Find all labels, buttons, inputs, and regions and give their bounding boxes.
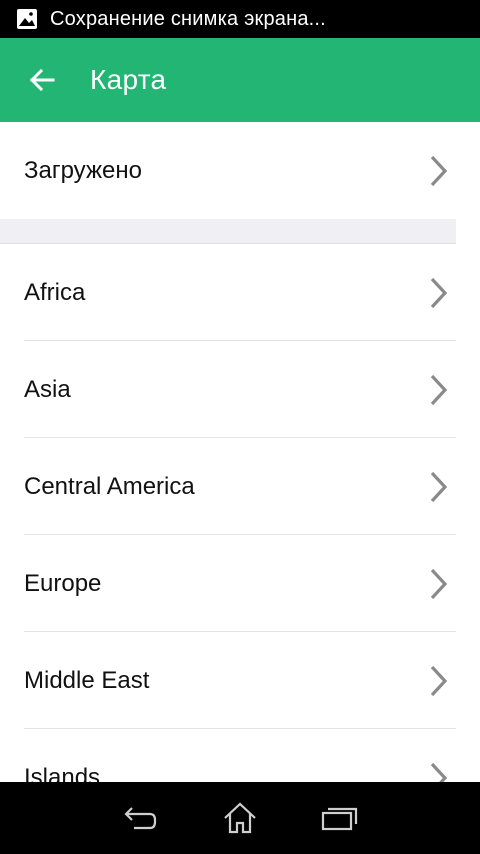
- list-item-label: Islands: [24, 763, 101, 783]
- nav-home-button[interactable]: [218, 798, 262, 838]
- chevron-right-icon: [430, 374, 448, 405]
- list-item-label: Europe: [24, 569, 102, 597]
- chevron-right-icon: [430, 471, 448, 502]
- list-item-region[interactable]: Islands: [0, 729, 480, 782]
- list-item-label: Middle East: [24, 666, 150, 694]
- chevron-right-icon: [430, 155, 448, 186]
- image-icon: [16, 8, 38, 30]
- status-bar: Сохранение снимка экрана...: [0, 0, 480, 38]
- list-item-region[interactable]: Central America: [0, 438, 480, 535]
- page-title: Карта: [90, 64, 167, 95]
- nav-back-button[interactable]: [118, 798, 162, 838]
- chevron-right-icon: [430, 762, 448, 782]
- chevron-right-icon: [430, 277, 448, 308]
- list-item-downloaded[interactable]: Загружено: [0, 122, 480, 219]
- region-list: Загружено Africa Asia Central America Eu…: [0, 122, 480, 782]
- list-item-label: Africa: [24, 278, 86, 306]
- back-button[interactable]: [14, 52, 70, 108]
- list-item-label: Central America: [24, 472, 195, 500]
- chevron-right-icon: [430, 568, 448, 599]
- chevron-right-icon: [430, 665, 448, 696]
- navigation-bar: [0, 782, 480, 854]
- list-item-label: Asia: [24, 375, 71, 403]
- status-notification-text: Сохранение снимка экрана...: [50, 7, 326, 30]
- nav-back-icon: [124, 807, 157, 830]
- list-item-region[interactable]: Asia: [0, 341, 480, 438]
- nav-recents-icon: [321, 807, 358, 831]
- arrow-left-icon: [29, 68, 55, 92]
- list-item-region[interactable]: Africa: [0, 244, 480, 341]
- nav-home-icon: [224, 802, 256, 834]
- nav-recents-button[interactable]: [318, 798, 362, 838]
- list-item-label: Загружено: [24, 156, 142, 184]
- list-item-region[interactable]: Middle East: [0, 632, 480, 729]
- screen: Сохранение снимка экрана... Карта Загруж…: [0, 0, 480, 854]
- list-item-region[interactable]: Europe: [0, 535, 480, 632]
- app-bar: Карта: [0, 38, 480, 122]
- section-separator: [0, 219, 456, 244]
